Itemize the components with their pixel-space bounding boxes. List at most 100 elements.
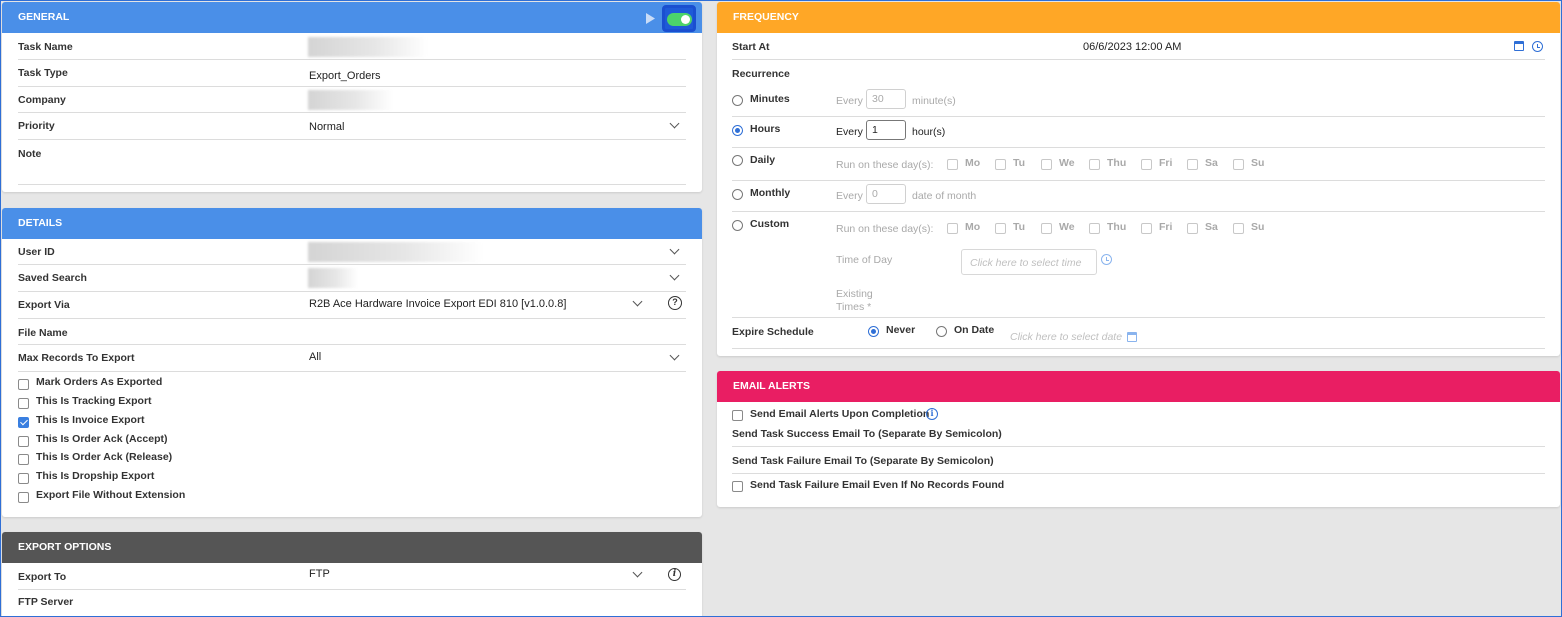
custom-mo-checkbox[interactable]	[947, 223, 958, 234]
send-on-completion-checkbox[interactable]	[732, 410, 743, 421]
date-calendar-icon[interactable]	[1127, 332, 1137, 342]
info-icon[interactable]: i	[668, 568, 681, 581]
general-panel: GENERAL Task Name Task Type Export_Order…	[2, 2, 702, 192]
custom-fri-label: Fri	[1159, 221, 1173, 233]
chevron-down-icon[interactable]	[632, 296, 643, 307]
play-icon[interactable]	[645, 13, 655, 24]
export-via-label: Export Via	[18, 299, 70, 311]
max-records-value[interactable]: All	[309, 351, 321, 363]
toggle-knob	[681, 15, 690, 24]
ftp-server-label: FTP Server	[18, 596, 74, 608]
custom-su-label: Su	[1251, 221, 1265, 233]
clock-icon[interactable]	[1532, 41, 1543, 52]
daily-row: Daily Run on these day(s): Mo Tu We Thu …	[732, 148, 1545, 181]
daily-su-checkbox[interactable]	[1233, 159, 1244, 170]
daily-tu-checkbox[interactable]	[995, 159, 1006, 170]
saved-search-row[interactable]: Saved Search	[18, 265, 686, 292]
chevron-down-icon[interactable]	[669, 244, 680, 255]
minutes-radio[interactable]	[732, 95, 743, 106]
daily-thu-checkbox[interactable]	[1089, 159, 1100, 170]
custom-mo-label: Mo	[965, 221, 981, 233]
custom-tu-label: Tu	[1013, 221, 1026, 233]
mark-exported-checkbox[interactable]	[18, 379, 29, 390]
custom-sa-label: Sa	[1205, 221, 1218, 233]
time-clock-icon[interactable]	[1101, 254, 1112, 265]
priority-value[interactable]: Normal	[309, 121, 344, 133]
daily-fri-checkbox[interactable]	[1141, 159, 1152, 170]
saved-search-value-redacted[interactable]	[308, 268, 358, 288]
order-ack-release-checkbox[interactable]	[18, 454, 29, 465]
custom-sa-checkbox[interactable]	[1187, 223, 1198, 234]
frequency-panel: FREQUENCY Start At 06/6/2023 12:00 AM Re…	[717, 2, 1560, 356]
custom-radio[interactable]	[732, 220, 743, 231]
info-icon[interactable]: i	[926, 408, 938, 420]
start-at-value[interactable]: 06/6/2023 12:00 AM	[1083, 41, 1181, 53]
date-placeholder[interactable]: Click here to select date	[1010, 331, 1122, 343]
chevron-down-icon[interactable]	[632, 567, 643, 578]
daily-we-checkbox[interactable]	[1041, 159, 1052, 170]
never-radio[interactable]	[868, 326, 879, 337]
daily-tu-label: Tu	[1013, 157, 1026, 169]
daily-radio[interactable]	[732, 155, 743, 166]
start-at-row: Start At 06/6/2023 12:00 AM	[732, 33, 1545, 60]
export-to-value[interactable]: FTP	[309, 568, 330, 580]
user-id-value-redacted[interactable]	[308, 242, 483, 262]
success-email-row[interactable]: Send Task Success Email To (Separate By …	[732, 423, 1545, 447]
monthly-input[interactable]: 0	[866, 184, 906, 204]
custom-fri-checkbox[interactable]	[1141, 223, 1152, 234]
max-records-row[interactable]: Max Records To Export All	[18, 345, 686, 372]
task-name-value-redacted[interactable]	[308, 37, 428, 57]
ftp-server-row[interactable]: FTP Server	[18, 590, 686, 617]
hours-label: Hours	[750, 123, 781, 135]
on-date-label: On Date	[954, 324, 995, 336]
minutes-every-label: Every	[836, 95, 863, 107]
details-header: DETAILS	[2, 208, 702, 239]
task-name-row: Task Name	[18, 33, 686, 60]
existing-times-label: Existing Times *	[836, 288, 873, 313]
enable-toggle[interactable]	[667, 13, 692, 26]
time-of-day-input[interactable]: Click here to select time	[961, 249, 1097, 275]
chevron-down-icon[interactable]	[669, 270, 680, 281]
daily-we-label: We	[1059, 157, 1075, 169]
custom-su-checkbox[interactable]	[1233, 223, 1244, 234]
daily-sa-checkbox[interactable]	[1187, 159, 1198, 170]
export-via-value[interactable]: R2B Ace Hardware Invoice Export EDI 810 …	[309, 298, 566, 310]
order-ack-accept-checkbox[interactable]	[18, 436, 29, 447]
failure-no-records-checkbox[interactable]	[732, 481, 743, 492]
monthly-row: Monthly Every 0 date of month	[732, 181, 1545, 212]
company-value-redacted[interactable]	[308, 90, 393, 110]
daily-mo-checkbox[interactable]	[947, 159, 958, 170]
custom-thu-checkbox[interactable]	[1089, 223, 1100, 234]
tracking-export-checkbox[interactable]	[18, 398, 29, 409]
mark-exported-label: Mark Orders As Exported	[36, 376, 163, 388]
help-icon[interactable]: ?	[668, 296, 682, 310]
hours-every-label: Every	[836, 126, 863, 138]
failure-email-row[interactable]: Send Task Failure Email To (Separate By …	[732, 447, 1545, 474]
hours-radio[interactable]	[732, 125, 743, 136]
chevron-down-icon[interactable]	[669, 350, 680, 361]
tracking-export-label: This Is Tracking Export	[36, 395, 152, 407]
hours-input[interactable]: 1	[866, 120, 906, 140]
on-date-radio[interactable]	[936, 326, 947, 337]
custom-thu-label: Thu	[1107, 221, 1127, 233]
file-name-row[interactable]: File Name	[18, 319, 686, 345]
no-extension-checkbox[interactable]	[18, 492, 29, 503]
task-type-value[interactable]: Export_Orders	[309, 70, 381, 82]
send-on-completion-label: Send Email Alerts Upon Completion	[750, 408, 930, 420]
enable-toggle-highlight	[662, 5, 696, 32]
dropship-export-checkbox[interactable]	[18, 473, 29, 484]
order-ack-release-label: This Is Order Ack (Release)	[36, 451, 173, 463]
chevron-down-icon[interactable]	[669, 118, 680, 129]
custom-we-checkbox[interactable]	[1041, 223, 1052, 234]
export-to-row[interactable]: Export To FTP i	[18, 563, 686, 590]
invoice-export-checkbox[interactable]	[18, 417, 29, 428]
daily-su-label: Su	[1251, 157, 1265, 169]
calendar-icon[interactable]	[1514, 41, 1524, 51]
export-via-row[interactable]: Export Via R2B Ace Hardware Invoice Expo…	[18, 292, 686, 319]
monthly-radio[interactable]	[732, 189, 743, 200]
priority-row[interactable]: Priority Normal	[18, 113, 686, 140]
minutes-input[interactable]: 30	[866, 89, 906, 109]
saved-search-label: Saved Search	[18, 272, 87, 284]
custom-tu-checkbox[interactable]	[995, 223, 1006, 234]
user-id-row[interactable]: User ID	[18, 239, 686, 265]
